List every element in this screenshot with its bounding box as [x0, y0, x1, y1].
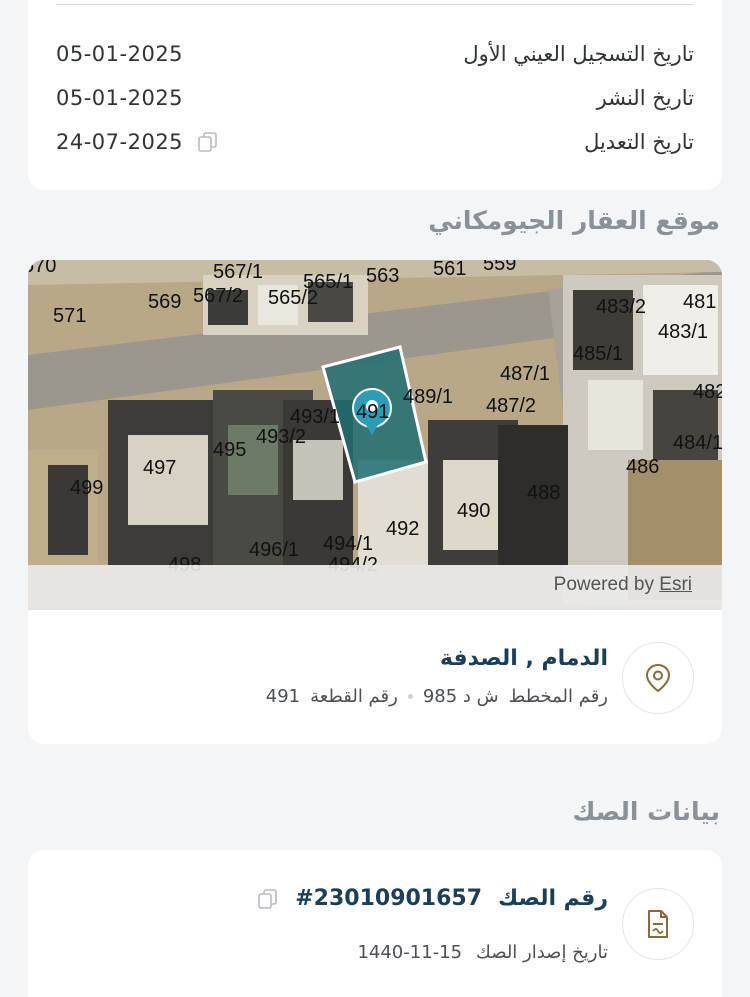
document-icon: [648, 910, 668, 938]
parcel-label-481: 481: [683, 291, 716, 313]
satellite-map[interactable]: 570 571 569 567/1 567/2 565/1 565/2 563 561 559 48…: [28, 260, 722, 610]
parcel-label-569: 569: [148, 291, 181, 313]
parcel-label-484-1: 484/1: [673, 432, 722, 454]
parcel-label-561: 561: [433, 260, 466, 280]
parcel-label-495: 495: [213, 439, 246, 461]
parcel-label-488: 488: [527, 482, 560, 504]
parcel-label-486: 486: [626, 456, 659, 478]
date-label: تاريخ التعديل: [584, 130, 694, 154]
date-value: 05-01-2025: [56, 86, 184, 110]
parcel-label-483-1: 483/1: [658, 321, 708, 343]
city-district: الدمام , الصدفة: [439, 646, 608, 671]
deed-issue-row: تاريخ إصدار الصك 1440-11-15: [357, 942, 608, 963]
registration-dates-card: تاريخ التسجيل العيني الأول 05-01-2025 تا…: [28, 0, 722, 190]
esri-link[interactable]: Esri: [659, 574, 692, 595]
plan-label: رقم المخطط: [508, 686, 608, 707]
parcel-label-487-1: 487/1: [500, 363, 550, 385]
map-attribution: Powered by Esri: [554, 574, 692, 596]
parcel-label-483-2: 483/2: [596, 296, 646, 318]
parcel-labels: 570571569567/1567/2565/1565/2563 561 55948…: [28, 260, 722, 576]
copy-icon[interactable]: [197, 131, 219, 153]
separator-dot: [407, 694, 413, 699]
parcel-value: 491: [265, 686, 301, 707]
deed-issue-label: تاريخ إصدار الصك: [476, 942, 608, 963]
parcel-label-487-2: 487/2: [486, 395, 536, 417]
parcel-label: رقم القطعة: [310, 686, 398, 707]
parcel-label-497: 497: [143, 457, 176, 479]
deed-card: رقم الصك #23010901657 تاريخ إصدار الصك 1…: [28, 850, 722, 997]
deed-document-button[interactable]: [622, 888, 694, 960]
deed-number-row: رقم الصك #23010901657: [257, 886, 608, 911]
copy-icon[interactable]: [257, 888, 279, 910]
geo-location-card: 570 571 569 567/1 567/2 565/1 565/2 563 561 559 48…: [28, 260, 722, 744]
date-label: تاريخ التسجيل العيني الأول: [463, 42, 694, 66]
date-row-modified: تاريخ التعديل 24-07-2025: [56, 124, 694, 160]
deed-issue-date: 1440-11-15: [357, 942, 463, 963]
parcel-label-499: 499: [70, 477, 103, 499]
parcel-label-491: 491: [356, 401, 389, 423]
parcel-label-565-2: 565/2: [268, 287, 318, 309]
parcel-label-482: 482: [693, 381, 722, 403]
divider: [56, 4, 694, 5]
location-pin-icon: [645, 663, 671, 693]
deed-section-title: بيانات الصك: [572, 797, 720, 826]
date-label: تاريخ النشر: [596, 86, 694, 110]
parcel-label-492: 492: [386, 518, 419, 540]
date-value: 05-01-2025: [56, 42, 184, 66]
parcel-label-571: 571: [53, 305, 86, 327]
parcel-label-493-1: 493/1: [290, 406, 340, 428]
parcel-label-493-2: 493/2: [256, 426, 306, 448]
parcel-label-496-1: 496/1: [249, 539, 299, 561]
deed-number: #23010901657: [295, 886, 483, 911]
plan-value: ش د 985: [422, 686, 499, 707]
parcel-label-489-1: 489/1: [403, 386, 453, 408]
geo-section-title: موقع العقار الجيومكاني: [428, 206, 720, 235]
location-button[interactable]: [622, 642, 694, 714]
parcel-label-485-1: 485/1: [573, 343, 623, 365]
parcel-label-490: 490: [457, 500, 490, 522]
deed-number-label: رقم الصك: [498, 886, 608, 911]
location-details: رقم المخطط ش د 985 رقم القطعة 491: [266, 686, 608, 707]
date-row-first-registration: تاريخ التسجيل العيني الأول 05-01-2025: [56, 36, 694, 72]
parcel-label-494-1: 494/1: [323, 533, 373, 555]
parcel-label-570: 570: [28, 260, 56, 277]
date-value: 24-07-2025: [56, 130, 184, 154]
date-row-publish: تاريخ النشر 05-01-2025: [56, 80, 694, 116]
parcel-label-567-2: 567/2: [193, 285, 243, 307]
parcel-label-567-1: 567/1: [213, 261, 263, 283]
parcel-label-563: 563: [366, 265, 399, 287]
attribution-prefix: Powered by: [553, 574, 654, 595]
parcel-label-559: 559: [483, 260, 516, 275]
